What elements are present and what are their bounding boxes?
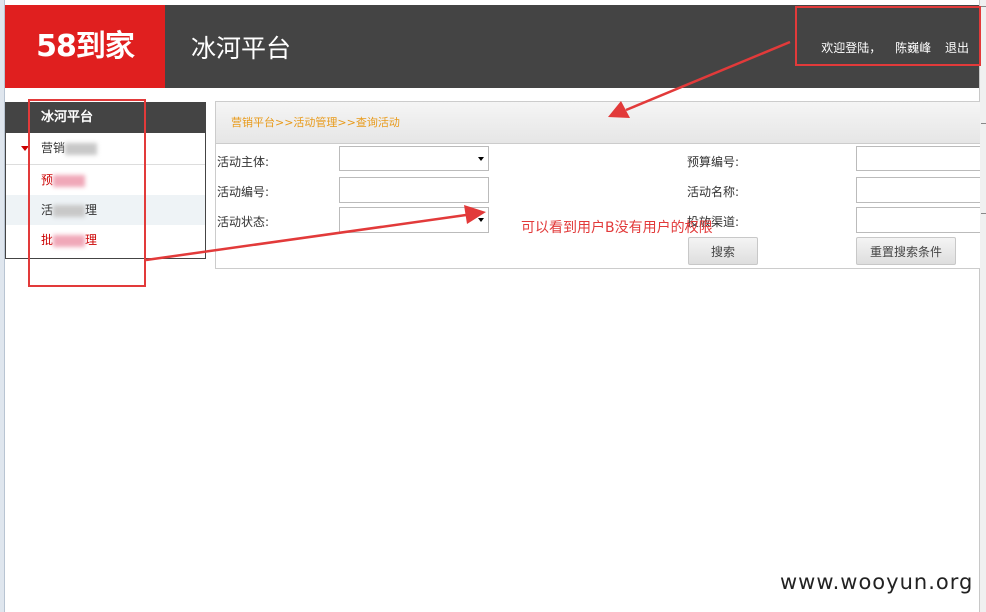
arrow-to-breadcrumb xyxy=(608,40,791,118)
arrow-to-form xyxy=(145,205,486,262)
annotation-arrows xyxy=(145,40,791,262)
watermark: www.wooyun.org xyxy=(780,570,974,594)
